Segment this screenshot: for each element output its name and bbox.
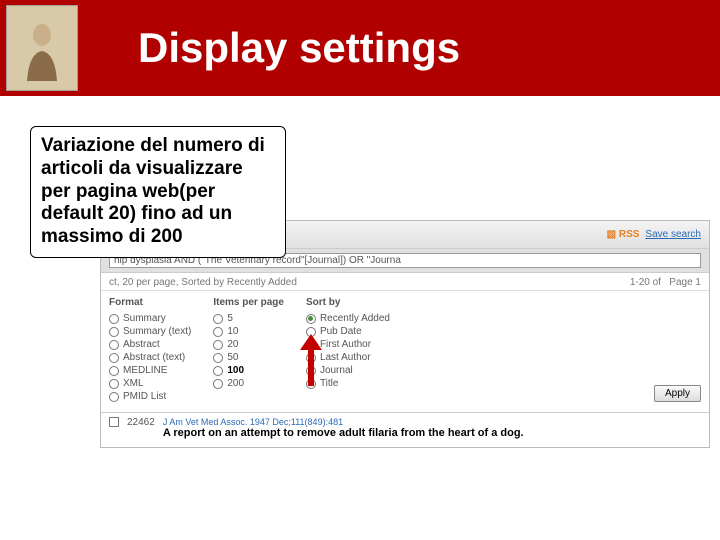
apply-button[interactable]: Apply xyxy=(654,385,701,402)
slide-body: Variazione del numero di articoli da vis… xyxy=(0,96,720,540)
radio-recently-added[interactable]: Recently Added xyxy=(306,313,390,324)
portrait-image xyxy=(6,5,78,91)
radio-20[interactable]: 20 xyxy=(213,339,284,350)
format-column: Format Summary Summary (text) Abstract A… xyxy=(109,297,191,402)
display-summary-bar[interactable]: ct, 20 per page, Sorted by Recently Adde… xyxy=(101,273,709,291)
radio-200[interactable]: 200 xyxy=(213,378,284,389)
radio-10[interactable]: 10 xyxy=(213,326,284,337)
display-settings-dropdown: Format Summary Summary (text) Abstract A… xyxy=(101,291,709,412)
result-citation: J Am Vet Med Assoc. 1947 Dec;111(849):48… xyxy=(163,417,701,427)
radio-summary-text[interactable]: Summary (text) xyxy=(109,326,191,337)
radio-abstract-text[interactable]: Abstract (text) xyxy=(109,352,191,363)
radio-50[interactable]: 50 xyxy=(213,352,284,363)
result-checkbox[interactable] xyxy=(109,417,119,427)
arrow-up-icon xyxy=(308,334,322,386)
radio-medline[interactable]: MEDLINE xyxy=(109,365,191,376)
result-number: 22462 xyxy=(127,417,155,439)
result-row: 22462 J Am Vet Med Assoc. 1947 Dec;111(8… xyxy=(101,412,709,447)
save-search-link[interactable]: Save search xyxy=(645,229,701,240)
summary-right: 1-20 of Page 1 xyxy=(630,277,701,288)
radio-xml[interactable]: XML xyxy=(109,378,191,389)
radio-abstract[interactable]: Abstract xyxy=(109,339,191,350)
slide-title: Display settings xyxy=(138,24,460,72)
callout-box: Variazione del numero di articoli da vis… xyxy=(30,126,286,258)
radio-5[interactable]: 5 xyxy=(213,313,284,324)
radio-pmid-list[interactable]: PMID List xyxy=(109,391,191,402)
slide-header: Display settings xyxy=(0,0,720,96)
radio-summary[interactable]: Summary xyxy=(109,313,191,324)
items-per-page-column: Items per page 5 10 20 50 100 200 xyxy=(213,297,284,402)
rss-link[interactable]: ▧ RSS xyxy=(607,229,640,240)
result-title[interactable]: A report on an attempt to remove adult f… xyxy=(163,427,701,439)
radio-100[interactable]: 100 xyxy=(213,365,284,376)
summary-left: ct, 20 per page, Sorted by Recently Adde… xyxy=(109,277,297,288)
